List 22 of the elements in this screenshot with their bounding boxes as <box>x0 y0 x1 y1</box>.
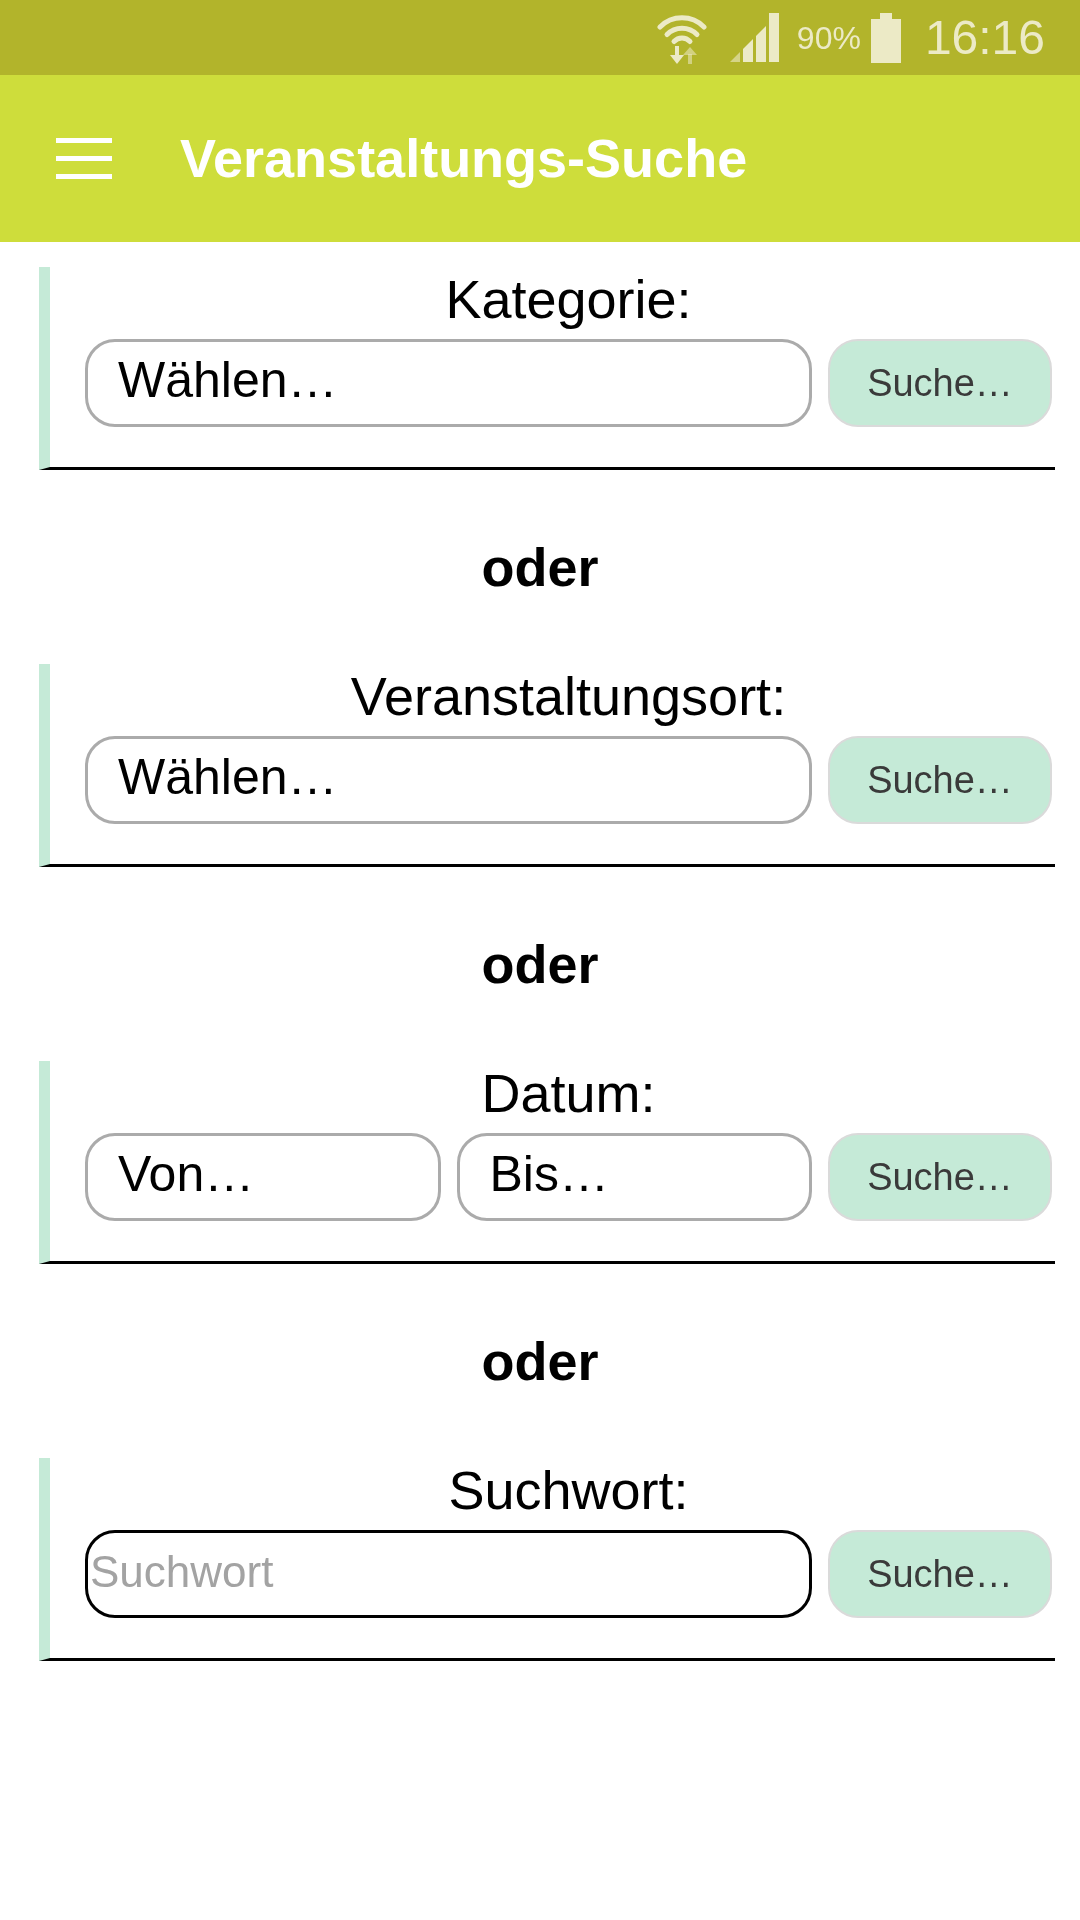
select-field[interactable]: Bis… <box>456 1133 812 1221</box>
search-button[interactable]: Suche… <box>828 1133 1052 1221</box>
battery-icon <box>870 12 901 63</box>
separator-text: oder <box>481 535 599 599</box>
section-label: Suchwort: <box>447 1459 690 1522</box>
select-field[interactable]: Wählen… <box>85 736 812 824</box>
select-field[interactable]: Von… <box>85 1133 441 1221</box>
menu-icon[interactable] <box>56 138 112 179</box>
search-input[interactable]: Suchwort <box>85 1530 812 1618</box>
separator-text: oder <box>481 1329 599 1393</box>
separator-text: oder <box>481 932 599 996</box>
section-label: Veranstaltungsort: <box>349 665 788 728</box>
clock-time: 16:16 <box>924 9 1045 66</box>
section-label: Datum: <box>480 1062 657 1125</box>
search-button[interactable]: Suche… <box>828 1530 1052 1618</box>
select-field[interactable]: Wählen… <box>85 339 812 427</box>
section-label: Kategorie: <box>444 268 693 331</box>
signal-icon <box>729 13 779 62</box>
battery-percentage: 90% <box>796 18 861 58</box>
search-button[interactable]: Suche… <box>828 339 1052 427</box>
search-button[interactable]: Suche… <box>828 736 1052 824</box>
app-title: Veranstaltungs-Suche <box>180 127 748 190</box>
